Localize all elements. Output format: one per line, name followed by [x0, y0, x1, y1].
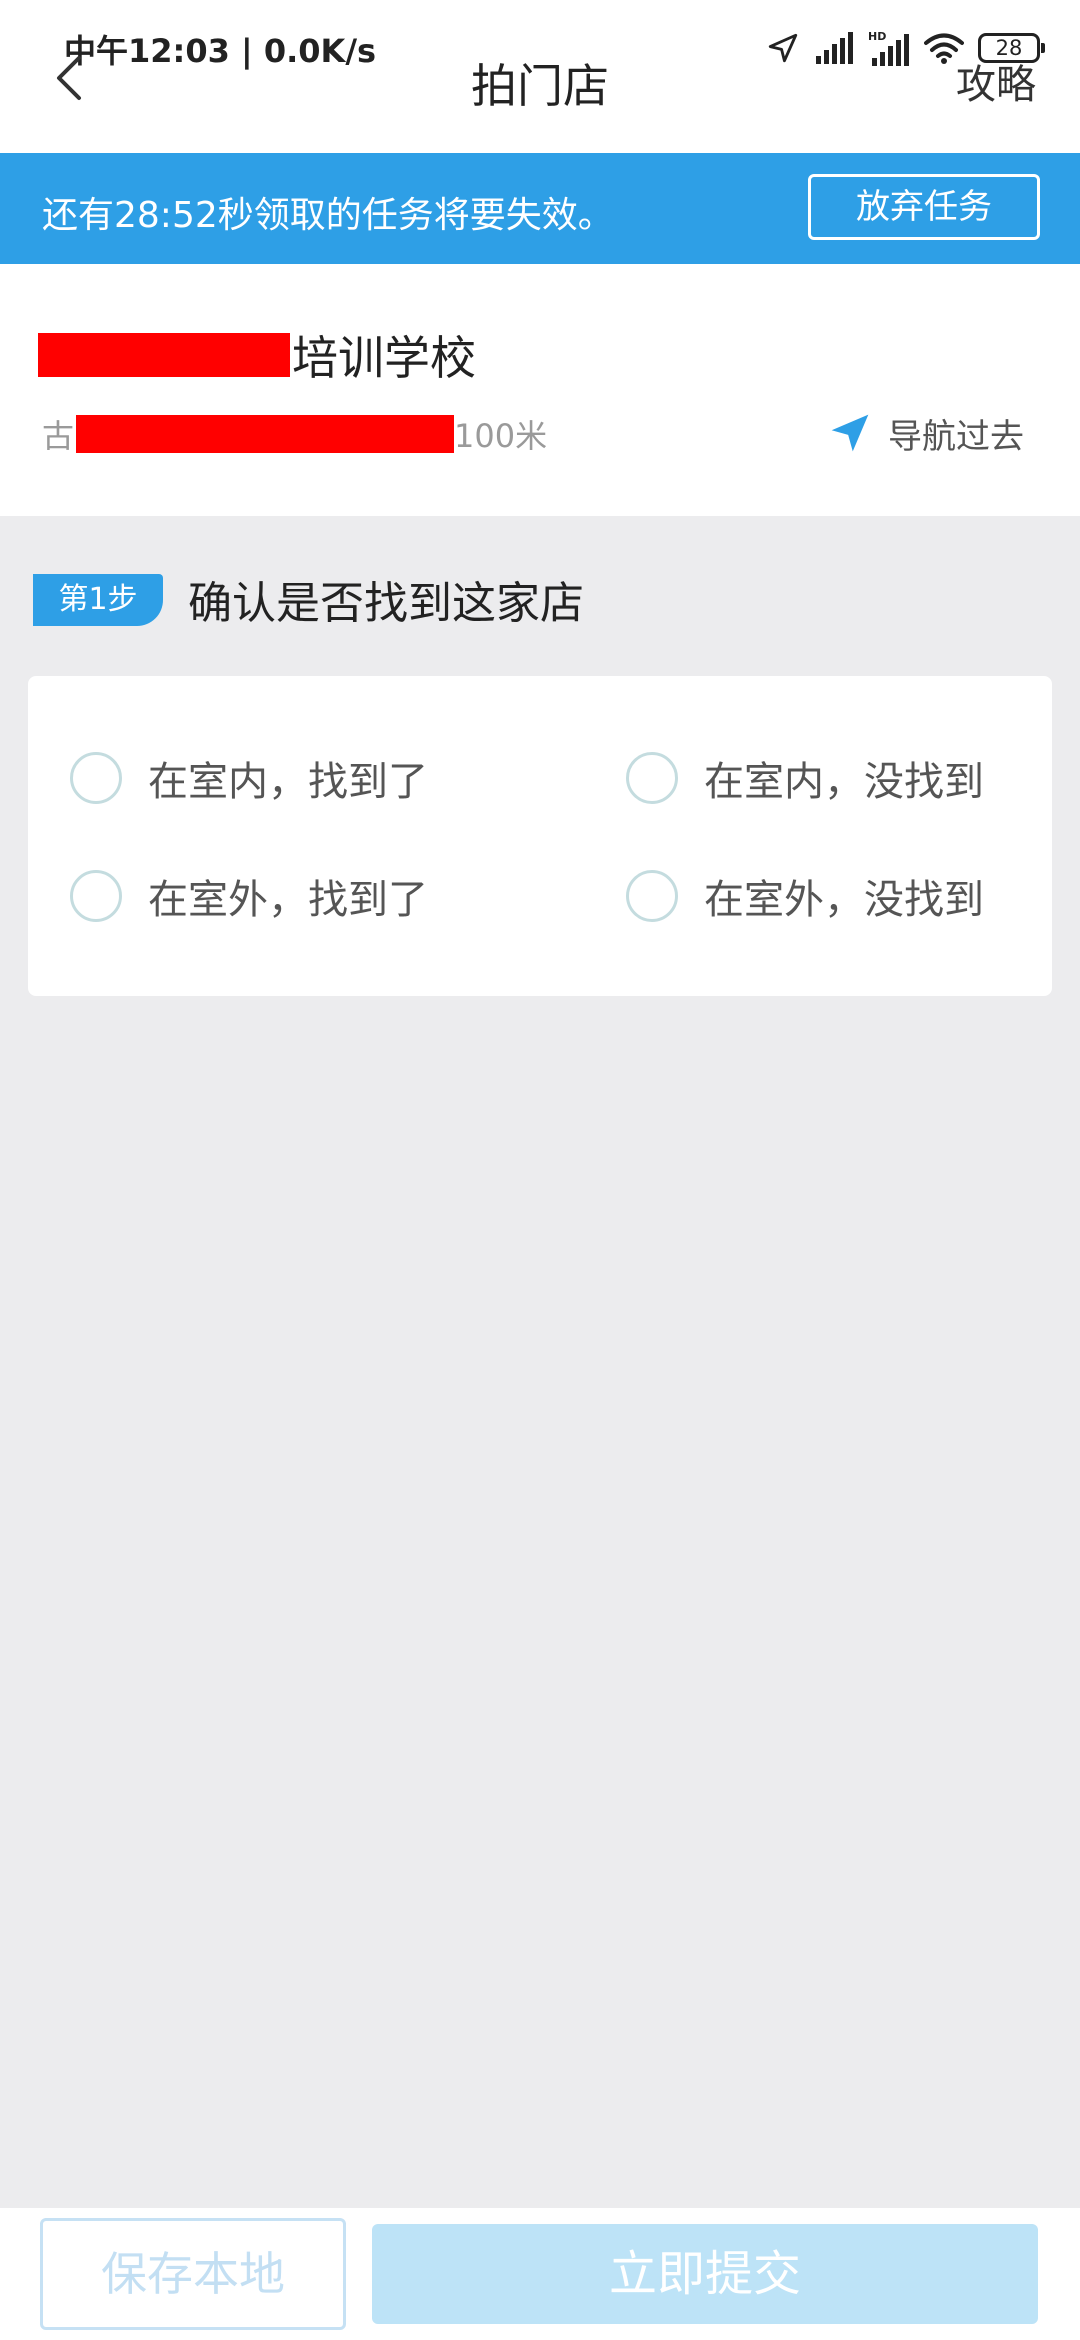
store-card: 培训学校 古 100米 导航过去 — [0, 264, 1080, 516]
submit-button[interactable]: 立即提交 — [372, 2224, 1038, 2324]
address-prefix: 古 — [42, 417, 75, 455]
option-outdoor-not-found[interactable]: 在室外，没找到 — [626, 866, 984, 926]
navigate-label: 导航过去 — [888, 416, 1024, 457]
step-title: 确认是否找到这家店 — [188, 578, 584, 629]
abandon-task-button[interactable]: 放弃任务 — [808, 174, 1040, 240]
radio-unchecked-icon[interactable] — [70, 752, 122, 804]
address-distance: 100米 — [454, 417, 548, 455]
option-indoor-not-found[interactable]: 在室内，没找到 — [626, 748, 984, 808]
save-local-button[interactable]: 保存本地 — [40, 2218, 346, 2330]
radio-unchecked-icon[interactable] — [626, 870, 678, 922]
store-name: 培训学校 — [292, 331, 476, 385]
store-name-row: 培训学校 — [38, 324, 476, 386]
option-label: 在室外，找到了 — [148, 877, 428, 923]
option-label: 在室内，没找到 — [704, 759, 984, 805]
radio-unchecked-icon[interactable] — [70, 870, 122, 922]
radio-unchecked-icon[interactable] — [626, 752, 678, 804]
option-label: 在室内，找到了 — [148, 759, 428, 805]
redaction-block — [76, 415, 455, 453]
page-title: 拍门店 — [471, 59, 609, 113]
countdown-text: 还有28:52秒领取的任务将要失效。 — [42, 195, 614, 236]
bottom-bar: 保存本地 立即提交 — [0, 2208, 1080, 2340]
options-panel: 在室内，找到了 在室内，没找到 在室外，找到了 在室外，没找到 — [28, 676, 1052, 996]
option-label: 在室外，没找到 — [704, 877, 984, 923]
header: 中午12:03 | 0.0K/s HD 28 拍门店 攻略 — [0, 0, 1080, 153]
option-indoor-found[interactable]: 在室内，找到了 — [70, 748, 428, 808]
guide-link[interactable]: 攻略 — [956, 52, 1036, 110]
option-outdoor-found[interactable]: 在室外，找到了 — [70, 866, 428, 926]
redaction-block — [38, 333, 290, 377]
navigation-arrow-icon — [831, 414, 869, 452]
task-expiry-banner: 还有28:52秒领取的任务将要失效。 放弃任务 — [0, 153, 1080, 264]
step-badge: 第1步 — [33, 574, 163, 626]
store-address: 古 100米 — [42, 412, 547, 456]
navigate-button[interactable]: 导航过去 — [828, 410, 1024, 457]
svg-text:HD: HD — [868, 30, 886, 43]
